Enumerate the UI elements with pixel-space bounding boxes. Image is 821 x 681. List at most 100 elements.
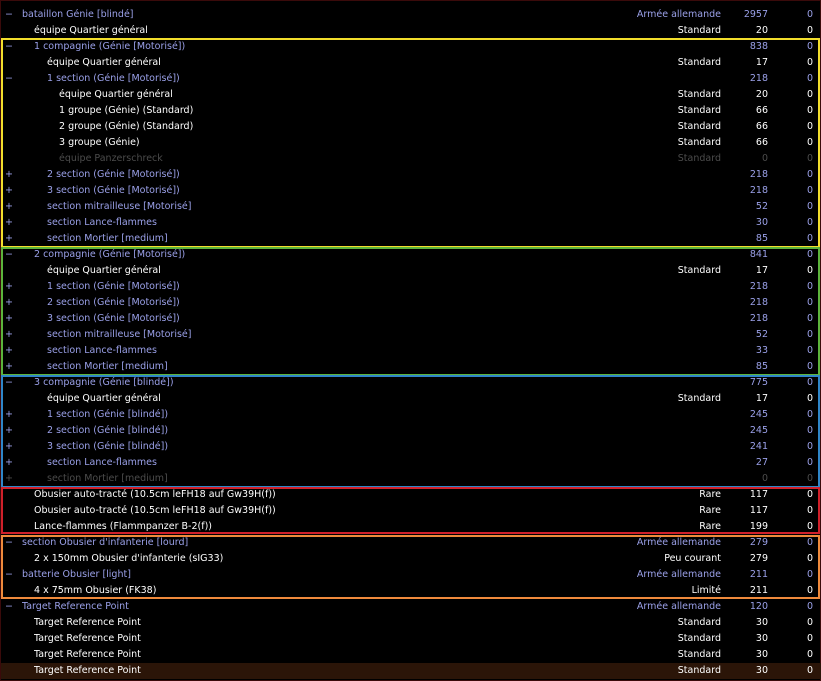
- expand-icon[interactable]: +: [5, 407, 15, 423]
- tree-row[interactable]: +3 section (Génie [Motorisé]) 218 0: [1, 183, 821, 199]
- tree-row[interactable]: − 3 compagnie (Génie [blindé]) 775 0: [1, 375, 821, 391]
- tree-row[interactable]: +2 section (Génie [Motorisé]) 218 0: [1, 167, 821, 183]
- tree-row[interactable]: + section Lance-flammes 27 0: [1, 455, 821, 471]
- row-count: 0: [806, 9, 813, 20]
- tree-row[interactable]: − 2 compagnie (Génie [Motorisé]) 841 0: [1, 247, 821, 263]
- tree-row[interactable]: 1 groupe (Génie) (Standard) Standard 66 0: [1, 103, 821, 119]
- tree-row[interactable]: +1 section (Génie [Motorisé]) 218 0: [1, 279, 821, 295]
- tree-row[interactable]: − batterie Obusier [light] Armée allemande…: [1, 567, 821, 583]
- tree-row[interactable]: Target Reference Point Standard 30 0: [1, 615, 821, 631]
- tree-row[interactable]: équipe Panzerschreck Standard 0 0: [1, 151, 821, 167]
- tree-row[interactable]: 3 groupe (Génie) Standard 66 0: [1, 135, 821, 151]
- tree-row[interactable]: − 1 section (Génie [Motorisé]) 218 0: [1, 71, 821, 87]
- row-name: Target Reference Point: [34, 633, 141, 644]
- row-points: 66: [755, 105, 768, 116]
- row-name: Obusier auto-tracté (10.5cm leFH18 auf G…: [34, 489, 276, 500]
- row-name: 3 section (Génie [Motorisé]): [47, 185, 180, 196]
- row-name: Target Reference Point: [34, 649, 141, 660]
- expand-icon[interactable]: +: [5, 359, 15, 375]
- row-name: 1 section (Génie [Motorisé]): [47, 73, 180, 84]
- collapse-icon[interactable]: −: [5, 71, 15, 87]
- tree-row[interactable]: Obusier auto-tracté (10.5cm leFH18 auf G…: [1, 487, 821, 503]
- tree-row[interactable]: +2 section (Génie [Motorisé]) 218 0: [1, 295, 821, 311]
- row-category: Standard: [677, 153, 721, 164]
- tree-row[interactable]: − Target Reference Point Armée allemande 12…: [1, 599, 821, 615]
- collapse-icon[interactable]: −: [5, 567, 15, 583]
- row-name: Target Reference Point: [34, 665, 141, 676]
- row-points: 117: [749, 505, 768, 516]
- row-category: Standard: [677, 265, 721, 276]
- expand-icon[interactable]: +: [5, 423, 15, 439]
- tree-row[interactable]: − bataillon Génie [blindé] Armée allemande…: [1, 7, 821, 23]
- row-points: 775: [749, 377, 768, 388]
- tree-row[interactable]: + section mitrailleuse [Motorisé] 52 0: [1, 327, 821, 343]
- tree-row[interactable]: Obusier auto-tracté (10.5cm leFH18 auf G…: [1, 503, 821, 519]
- row-count: 0: [806, 393, 813, 404]
- row-points: 120: [749, 601, 768, 612]
- expand-icon[interactable]: +: [5, 167, 15, 183]
- expand-icon[interactable]: +: [5, 311, 15, 327]
- tree-row[interactable]: − section Obusier d'infanterie [lourd] Arm…: [1, 535, 821, 551]
- tree-row[interactable]: − 1 compagnie (Génie [Motorisé]) 838 0: [1, 39, 821, 55]
- tree-row[interactable]: Lance-flammes (Flammpanzer B-2(f)) Rare 19…: [1, 519, 821, 535]
- collapse-icon[interactable]: −: [5, 39, 15, 55]
- row-name: 4 x 75mm Obusier (FK38): [34, 585, 157, 596]
- tree-row[interactable]: équipe Quartier général Standard 17 0: [1, 391, 821, 407]
- tree-row[interactable]: +3 section (Génie [Motorisé]) 218 0: [1, 311, 821, 327]
- row-name: équipe Quartier général: [47, 393, 161, 404]
- expand-icon[interactable]: +: [5, 215, 15, 231]
- tree-row[interactable]: + section Mortier [medium] 85 0: [1, 231, 821, 247]
- collapse-icon[interactable]: −: [5, 7, 15, 23]
- tree-row[interactable]: + section Mortier [medium] 85 0: [1, 359, 821, 375]
- row-count: 0: [806, 361, 813, 372]
- row-count: 0: [806, 601, 813, 612]
- expand-icon[interactable]: +: [5, 439, 15, 455]
- tree-row[interactable]: équipe Quartier général Standard 20 0: [1, 23, 821, 39]
- expand-icon[interactable]: +: [5, 455, 15, 471]
- tree-row[interactable]: +2 section (Génie [blindé]) 245 0: [1, 423, 821, 439]
- row-count: 0: [806, 25, 813, 36]
- tree-row[interactable]: équipe Quartier général Standard 20 0: [1, 87, 821, 103]
- tree-row[interactable]: Target Reference Point Standard 30 0: [1, 647, 821, 663]
- tree-row[interactable]: équipe Quartier général Standard 17 0: [1, 263, 821, 279]
- expand-icon[interactable]: +: [5, 295, 15, 311]
- tree-row[interactable]: + section Lance-flammes 33 0: [1, 343, 821, 359]
- tree-row[interactable]: + section Mortier [medium] 0 0: [1, 471, 821, 487]
- row-name: 2 compagnie (Génie [Motorisé]): [34, 249, 186, 260]
- row-points: 838: [749, 41, 768, 52]
- collapse-icon[interactable]: −: [5, 599, 15, 615]
- tree-row[interactable]: 2 groupe (Génie) (Standard) Standard 66 0: [1, 119, 821, 135]
- tree-row[interactable]: 4 x 75mm Obusier (FK38) Limité 211 0: [1, 583, 821, 599]
- collapse-icon[interactable]: −: [5, 375, 15, 391]
- collapse-icon[interactable]: −: [5, 535, 15, 551]
- tree-row[interactable]: + section Lance-flammes 30 0: [1, 215, 821, 231]
- tree-row[interactable]: +3 section (Génie [blindé]) 241 0: [1, 439, 821, 455]
- row-name: 2 section (Génie [blindé]): [47, 425, 169, 436]
- row-count: 0: [806, 169, 813, 180]
- row-name: bataillon Génie [blindé]: [22, 9, 134, 20]
- expand-icon[interactable]: +: [5, 279, 15, 295]
- expand-icon[interactable]: +: [5, 327, 15, 343]
- row-category: Standard: [677, 89, 721, 100]
- row-name: équipe Panzerschreck: [59, 153, 163, 164]
- tree-row[interactable]: + section mitrailleuse [Motorisé] 52 0: [1, 199, 821, 215]
- row-name: 3 compagnie (Génie [blindé]): [34, 377, 174, 388]
- row-name: Target Reference Point: [34, 617, 141, 628]
- expand-icon[interactable]: +: [5, 471, 15, 487]
- row-count: 0: [806, 537, 813, 548]
- row-points: 218: [749, 313, 768, 324]
- tree-row[interactable]: 2 x 150mm Obusier d'infanterie (sIG33) Pe…: [1, 551, 821, 567]
- tree-row[interactable]: Target Reference Point Standard 30 0: [1, 663, 821, 679]
- tree-row[interactable]: Target Reference Point Standard 30 0: [1, 631, 821, 647]
- row-name: section mitrailleuse [Motorisé]: [47, 329, 192, 340]
- row-points: 211: [749, 569, 768, 580]
- row-count: 0: [806, 73, 813, 84]
- row-points: 117: [749, 489, 768, 500]
- expand-icon[interactable]: +: [5, 343, 15, 359]
- expand-icon[interactable]: +: [5, 231, 15, 247]
- expand-icon[interactable]: +: [5, 183, 15, 199]
- tree-row[interactable]: équipe Quartier général Standard 17 0: [1, 55, 821, 71]
- expand-icon[interactable]: +: [5, 199, 15, 215]
- tree-row[interactable]: +1 section (Génie [blindé]) 245 0: [1, 407, 821, 423]
- collapse-icon[interactable]: −: [5, 247, 15, 263]
